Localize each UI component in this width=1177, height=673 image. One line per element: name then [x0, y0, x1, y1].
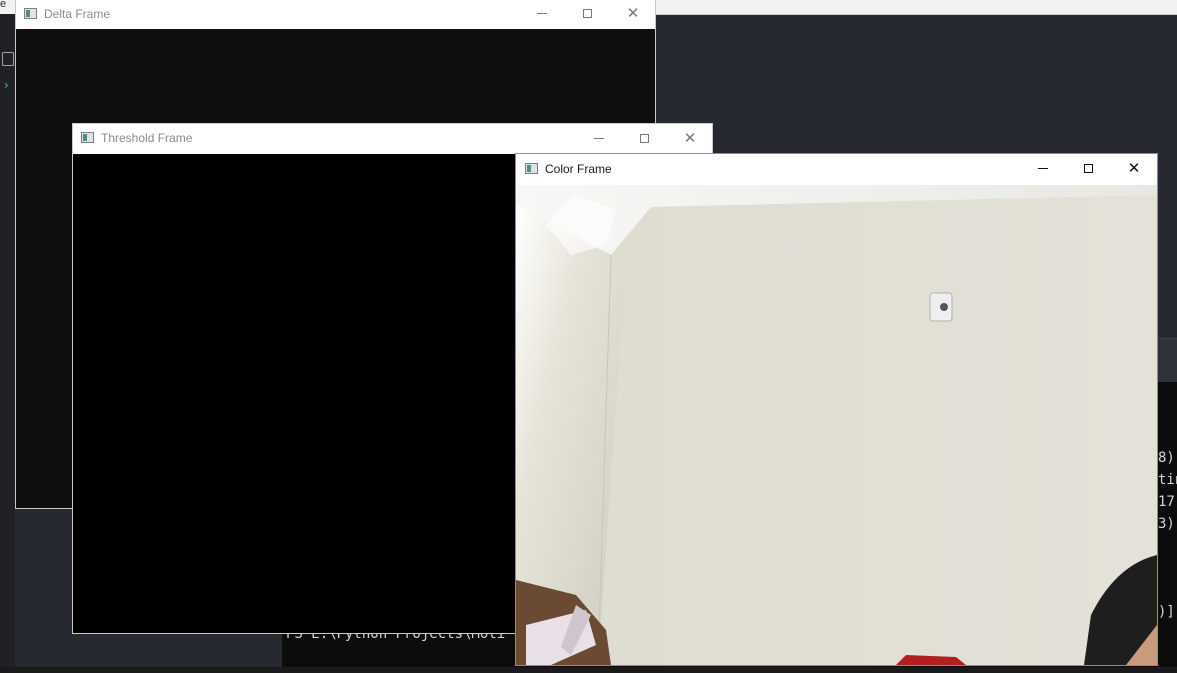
- minimize-button[interactable]: [1020, 154, 1066, 183]
- editor-activity-bar: ›: [0, 14, 15, 673]
- close-icon: ✕: [1127, 159, 1141, 177]
- window-title: Color Frame: [545, 162, 612, 176]
- maximize-button[interactable]: [621, 124, 667, 153]
- terminal-text-fragment: tin: [1158, 472, 1177, 488]
- taskbar-edge: [0, 667, 1177, 673]
- color-frame-titlebar[interactable]: Color Frame ✕: [516, 154, 1157, 185]
- webcam-image: [516, 185, 1157, 665]
- maximize-icon: [639, 134, 649, 143]
- color-frame-window[interactable]: Color Frame ✕: [515, 153, 1158, 666]
- delta-frame-titlebar[interactable]: Delta Frame ✕: [16, 0, 655, 29]
- minimize-button[interactable]: [519, 0, 565, 28]
- explorer-icon[interactable]: [2, 52, 14, 66]
- terminal-text-fragment: )]: [1158, 604, 1175, 620]
- maximize-button[interactable]: [564, 0, 610, 28]
- close-button[interactable]: ✕: [667, 124, 713, 153]
- window-title: Threshold Frame: [101, 131, 193, 145]
- close-button[interactable]: ✕: [1111, 154, 1157, 183]
- maximize-icon: [1083, 164, 1093, 173]
- minimize-icon: [1038, 168, 1048, 169]
- app-window-icon: [24, 8, 37, 19]
- terminal-text-fragment: 17: [1158, 494, 1175, 510]
- minimize-button[interactable]: [576, 124, 622, 153]
- app-window-icon: [525, 163, 538, 174]
- color-frame-video: [516, 185, 1157, 665]
- chevron-right-icon[interactable]: ›: [4, 78, 9, 92]
- close-button[interactable]: ✕: [610, 0, 656, 28]
- window-title: Delta Frame: [44, 7, 111, 21]
- threshold-frame-titlebar[interactable]: Threshold Frame ✕: [73, 124, 712, 154]
- close-icon: ✕: [683, 129, 697, 147]
- minimize-icon: [537, 13, 547, 14]
- terminal-text-fragment: 3): [1158, 516, 1175, 532]
- maximize-button[interactable]: [1065, 154, 1111, 183]
- app-window-icon: [81, 132, 94, 143]
- minimize-icon: [594, 138, 604, 139]
- close-icon: ✕: [626, 4, 640, 22]
- panel-divider: [1158, 338, 1177, 383]
- background-text-fragment: e: [0, 0, 7, 10]
- maximize-icon: [582, 9, 592, 18]
- terminal-text-fragment: 8): [1158, 450, 1175, 466]
